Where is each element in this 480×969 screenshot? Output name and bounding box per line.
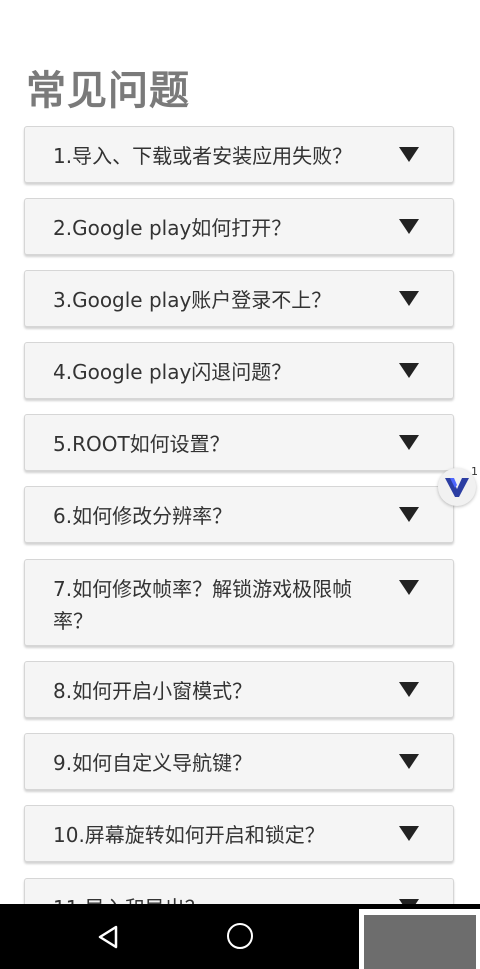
chevron-down-icon — [399, 291, 419, 306]
chevron-down-icon — [399, 363, 419, 378]
faq-question: 1.导入、下载或者安装应用失败？ — [53, 144, 353, 168]
faq-item-9[interactable]: 9.如何自定义导航键？ — [24, 733, 454, 790]
back-triangle-icon[interactable] — [96, 925, 120, 949]
faq-item-7[interactable]: 7.如何修改帧率？解锁游戏极限帧率？ — [24, 559, 454, 646]
recent-app-thumbnail[interactable] — [359, 909, 480, 969]
faq-item-6[interactable]: 6.如何修改分辨率？ — [24, 486, 454, 543]
chevron-down-icon — [399, 682, 419, 697]
chevron-down-icon — [399, 507, 419, 522]
faq-item-5[interactable]: 5.ROOT如何设置？ — [24, 414, 454, 471]
home-circle-icon[interactable] — [227, 923, 253, 949]
faq-item-4[interactable]: 4.Google play闪退问题？ — [24, 342, 454, 399]
faq-item-2[interactable]: 2.Google play如何打开？ — [24, 198, 454, 255]
faq-question: 8.如何开启小窗模式？ — [53, 679, 253, 703]
faq-item-10[interactable]: 10.屏幕旋转如何开启和锁定？ — [24, 805, 454, 862]
chevron-down-icon — [399, 754, 419, 769]
faq-question: 4.Google play闪退问题？ — [53, 360, 292, 384]
faq-item-8[interactable]: 8.如何开启小窗模式？ — [24, 661, 454, 718]
thumbnail-image — [364, 915, 476, 969]
faq-question: 5.ROOT如何设置？ — [53, 432, 230, 456]
faq-question: 9.如何自定义导航键？ — [53, 751, 253, 775]
faq-question: 10.屏幕旋转如何开启和锁定？ — [53, 823, 325, 847]
chevron-down-icon — [399, 147, 419, 162]
faq-question: 3.Google play账户登录不上？ — [53, 288, 332, 312]
faq-item-1[interactable]: 1.导入、下载或者安装应用失败？ — [24, 126, 454, 183]
floating-badge: 1 — [471, 465, 478, 478]
chevron-down-icon — [399, 435, 419, 450]
chevron-down-icon — [399, 580, 419, 595]
top-strip — [0, 0, 480, 10]
chevron-down-icon — [399, 826, 419, 841]
faq-question: 6.如何修改分辨率？ — [53, 504, 233, 528]
v-logo-icon — [445, 478, 469, 497]
chevron-down-icon — [399, 219, 419, 234]
faq-question: 7.如何修改帧率？解锁游戏极限帧率？ — [53, 577, 353, 633]
page-title: 常见问题 — [26, 68, 190, 114]
faq-item-3[interactable]: 3.Google play账户登录不上？ — [24, 270, 454, 327]
faq-question: 2.Google play如何打开？ — [53, 216, 292, 240]
